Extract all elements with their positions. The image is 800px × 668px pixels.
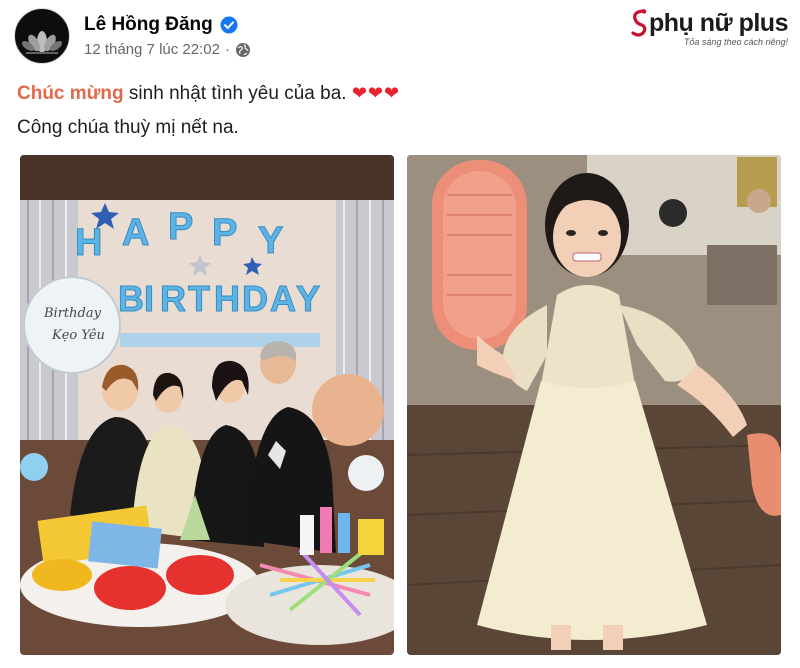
banner-letter: B [118,278,144,319]
drink-bottle [338,513,350,553]
orange-slipper [432,160,527,350]
drink-bottle [320,507,332,553]
banner-letter: T [188,278,210,319]
blue-balloon [20,453,48,481]
lotus-icon [21,31,63,54]
banner-letter: A [270,278,296,319]
drink-cans [358,519,384,555]
balloon-text: Kẹo Yêu [51,328,105,343]
heart-icons: ❤❤❤ [351,83,401,103]
birthday-photo[interactable]: H A P P Y B I R T H D A Y Birthday Kẹo Y… [20,155,394,655]
birthday-scene: H A P P Y B I R T H D A Y Birthday Kẹo Y… [20,155,394,655]
background-table [707,245,777,305]
clear-balloon [23,276,121,374]
caption-line-2: Công chúa thuỳ mị nết na. [17,117,239,138]
brand-name: phụ nữ plus [649,8,788,37]
globe-icon[interactable] [235,42,251,58]
brand-mark-icon [631,9,647,37]
banner-letter: H [75,222,102,264]
post-header: Lê Hồng Đăng 12 tháng 7 lúc 22:02 · [14,8,251,64]
post-meta: Lê Hồng Đăng 12 tháng 7 lúc 22:02 · [84,14,251,58]
balloon-text: Birthday [43,306,102,321]
caption-line-1: Chúc mừng sinh nhật tình yêu của ba. ❤❤❤ [17,76,400,111]
snack-bags [88,521,162,569]
watermelon-plate [166,555,234,595]
author-name[interactable]: Lê Hồng Đăng [84,14,213,36]
background-person [659,199,687,227]
banner-letter: I [144,278,154,319]
banner-letter: D [242,278,268,319]
banner-letter: A [122,212,149,254]
post-caption: Chúc mừng sinh nhật tình yêu của ba. ❤❤❤… [17,76,400,145]
chips-bag [32,559,92,591]
peach-balloon [312,374,384,446]
caption-text: sinh nhật tình yêu của ba. [123,83,347,104]
drink-bottle [300,515,314,555]
banner-letter: Y [258,220,283,262]
verified-badge-icon [220,16,238,34]
girl-scene [407,155,781,655]
banner-letter: P [168,206,193,248]
banner-letter: R [160,278,186,319]
separator-dot: · [224,41,230,58]
banner-letter: H [214,278,240,319]
white-balloon [348,455,384,491]
brand-logo: phụ nữ plus Tỏa sáng theo cách riêng! [629,8,788,47]
author-avatar[interactable] [14,8,70,64]
banner-letter: Y [296,278,320,319]
background-person [747,189,771,213]
post-timestamp[interactable]: 12 tháng 7 lúc 22:02 [84,41,220,58]
girl-photo[interactable] [407,155,781,655]
caption-highlight: Chúc mừng [17,83,124,104]
brand-tagline: Tỏa sáng theo cách riêng! [683,37,788,47]
watermelon-plate [94,566,166,610]
banner-letter: P [212,212,237,254]
